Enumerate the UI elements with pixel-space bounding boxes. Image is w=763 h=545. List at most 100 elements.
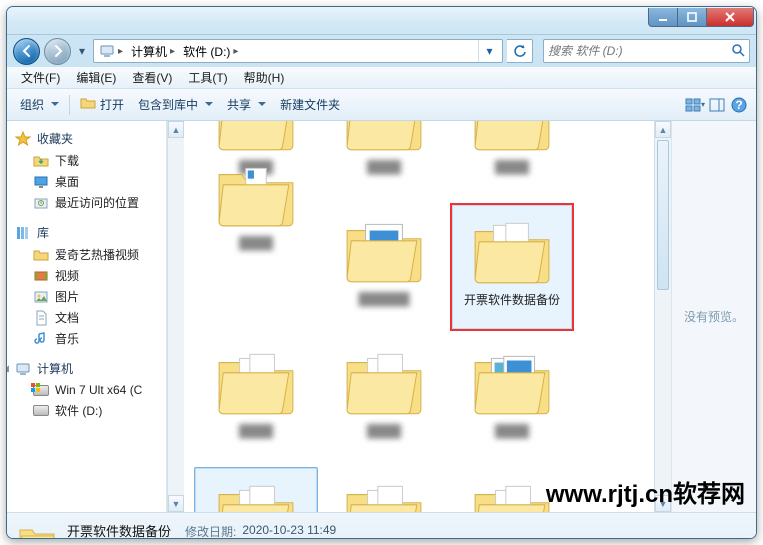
drive-icon: [33, 382, 49, 398]
folder-item[interactable]: ██████: [322, 203, 446, 331]
content-area: ████ ████ ████ ████ ██████ 开票软件数据备份 ████…: [184, 121, 756, 512]
sidebar-item-iqiyi[interactable]: 爱奇艺热播视频: [7, 244, 166, 265]
details-info: 开票软件数据备份 修改日期: 2020-10-23 11:49 文件夹: [67, 521, 336, 540]
menubar: 文件(F) 编辑(E) 查看(V) 工具(T) 帮助(H): [7, 67, 756, 89]
share-button[interactable]: 共享: [220, 93, 273, 116]
library-icon: [15, 225, 31, 241]
breadcrumb-drive[interactable]: 软件 (D:) ▸: [180, 40, 241, 62]
menu-edit[interactable]: 编辑(E): [70, 68, 122, 87]
maximize-button[interactable]: [677, 8, 707, 27]
search-icon: [731, 43, 745, 60]
toolbar-label: 组织: [20, 96, 44, 113]
details-name: 开票软件数据备份: [67, 521, 171, 540]
computer-icon: [99, 43, 115, 59]
navigation-row: ▾ ▸ 计算机 ▸ 软件 (D:) ▸ ▾: [7, 35, 756, 67]
forward-button[interactable]: [44, 38, 71, 65]
content-scrollbar[interactable]: ▲ ▼: [654, 121, 671, 512]
folder-item-selected[interactable]: 开票软件数据备份: [450, 203, 574, 331]
sidebar-scrollbar[interactable]: ▲ ▼: [167, 121, 184, 512]
folder-item[interactable]: ████: [450, 121, 574, 199]
body: 收藏夹 下载 桌面 最近访问的位置 库 爱奇艺热播视频 视频 图片 文档 音乐: [7, 121, 756, 512]
preview-pane: 没有预览。: [671, 121, 756, 512]
breadcrumb-root[interactable]: ▸: [96, 40, 126, 62]
address-dropdown[interactable]: ▾: [478, 40, 500, 62]
sidebar-item-downloads[interactable]: 下载: [7, 150, 166, 171]
menu-tools[interactable]: 工具(T): [182, 68, 233, 87]
close-button[interactable]: [706, 8, 754, 27]
drive-icon: [33, 403, 49, 419]
video-icon: [33, 268, 49, 284]
svg-text:?: ?: [735, 98, 742, 112]
item-label: 下载: [55, 152, 79, 169]
folder-icon: [33, 247, 49, 263]
help-button[interactable]: ?: [728, 94, 750, 116]
new-folder-button[interactable]: 新建文件夹: [273, 93, 347, 116]
chevron-right-icon: ▸: [170, 46, 175, 57]
menu-view[interactable]: 查看(V): [126, 68, 178, 87]
include-library-button[interactable]: 包含到库中: [131, 93, 220, 116]
address-bar[interactable]: ▸ 计算机 ▸ 软件 (D:) ▸ ▾: [93, 39, 503, 63]
minimize-button[interactable]: [648, 8, 678, 27]
folder-icon: [215, 346, 297, 416]
sidebar-item-documents[interactable]: 文档: [7, 307, 166, 328]
file-list[interactable]: ████ ████ ████ ████ ██████ 开票软件数据备份 ████…: [184, 121, 654, 512]
favorites-header[interactable]: 收藏夹: [7, 129, 166, 150]
item-label: 图片: [55, 288, 79, 305]
toolbar-label: 打开: [100, 96, 124, 113]
search-input[interactable]: [548, 44, 731, 58]
sidebar-item-software[interactable]: 软件 (D:): [7, 400, 166, 421]
music-icon: [33, 331, 49, 347]
recent-icon: [33, 195, 49, 211]
folder-item[interactable]: ████: [194, 147, 318, 275]
menu-file[interactable]: 文件(F): [15, 68, 66, 87]
group-label: 库: [37, 224, 49, 241]
collapse-icon[interactable]: ◢: [7, 363, 9, 374]
folder-item[interactable]: ██████: [194, 467, 318, 512]
folder-item[interactable]: ████: [450, 335, 574, 463]
back-button[interactable]: [13, 38, 40, 65]
sidebar-item-pictures[interactable]: 图片: [7, 286, 166, 307]
refresh-button[interactable]: [507, 39, 533, 63]
view-options-button[interactable]: ▾: [684, 94, 706, 116]
search-box[interactable]: [543, 39, 750, 63]
nav-history-dropdown[interactable]: ▾: [75, 41, 89, 61]
scroll-up-button[interactable]: ▲: [655, 121, 671, 138]
folder-icon: [215, 478, 297, 512]
preview-label: 没有预览。: [684, 308, 744, 325]
folder-icon: [215, 158, 297, 228]
organize-button[interactable]: 组织: [13, 93, 66, 116]
folder-item[interactable]: ██████: [322, 467, 446, 512]
folder-item[interactable]: ████: [194, 335, 318, 463]
breadcrumb-computer[interactable]: 计算机 ▸: [128, 40, 178, 62]
scroll-thumb[interactable]: [657, 140, 669, 290]
sidebar-item-music[interactable]: 音乐: [7, 328, 166, 349]
folder-item[interactable]: ████: [322, 121, 446, 199]
star-icon: [15, 131, 31, 147]
scroll-down-button[interactable]: ▼: [168, 495, 184, 512]
libraries-group: 库 爱奇艺热播视频 视频 图片 文档 音乐: [7, 223, 166, 349]
sidebar-item-videos[interactable]: 视频: [7, 265, 166, 286]
item-label: 最近访问的位置: [55, 194, 139, 211]
sidebar-item-win7[interactable]: Win 7 Ult x64 (C: [7, 380, 166, 400]
scroll-track[interactable]: [168, 138, 184, 495]
picture-icon: [33, 289, 49, 305]
scroll-track[interactable]: [655, 138, 671, 495]
sidebar-item-recent[interactable]: 最近访问的位置: [7, 192, 166, 213]
details-modified-label: 修改日期:: [185, 523, 236, 540]
computer-header[interactable]: ◢ 计算机: [7, 359, 166, 380]
folder-item[interactable]: ████: [322, 335, 446, 463]
folder-large-icon: [17, 520, 57, 540]
item-label: 音乐: [55, 330, 79, 347]
sidebar-item-desktop[interactable]: 桌面: [7, 171, 166, 192]
libraries-header[interactable]: 库: [7, 223, 166, 244]
download-icon: [33, 153, 49, 169]
scroll-up-button[interactable]: ▲: [168, 121, 184, 138]
folder-icon: [343, 478, 425, 512]
preview-pane-button[interactable]: [706, 94, 728, 116]
titlebar[interactable]: [7, 7, 756, 35]
folder-icon: [215, 121, 297, 152]
open-button[interactable]: 打开: [73, 92, 131, 117]
group-label: 收藏夹: [37, 130, 73, 147]
toolbar-label: 新建文件夹: [280, 96, 340, 113]
menu-help[interactable]: 帮助(H): [238, 68, 291, 87]
